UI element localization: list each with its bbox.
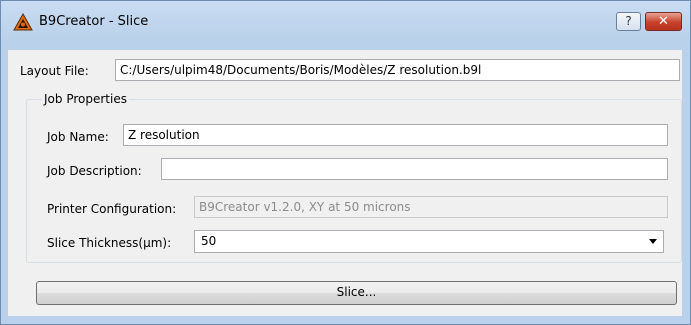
slice-button[interactable]: Slice... — [36, 281, 677, 305]
job-properties-title: Job Properties — [42, 92, 129, 106]
printer-configuration-field: B9Creator v1.2.0, XY at 50 microns — [194, 196, 668, 218]
job-description-input[interactable] — [161, 158, 668, 180]
job-name-label: Job Name: — [47, 130, 109, 144]
printer-configuration-label: Printer Configuration: — [47, 202, 177, 216]
slice-thickness-select[interactable]: 50 — [194, 230, 664, 253]
layout-file-field[interactable]: C:/Users/ulpim48/Documents/Boris/Modèles… — [115, 59, 680, 81]
job-name-input[interactable]: Z resolution — [123, 124, 668, 146]
slice-thickness-label: Slice Thickness(µm): — [47, 236, 172, 250]
layout-file-label: Layout File: — [20, 64, 89, 78]
job-description-label: Job Description: — [47, 164, 142, 178]
app-logo-icon — [13, 13, 33, 31]
close-button[interactable]: ✕ — [645, 12, 682, 31]
title-bar[interactable]: B9Creator - Slice ? ✕ — [1, 1, 690, 41]
dropdown-arrow-icon[interactable] — [649, 239, 657, 244]
window-title: B9Creator - Slice — [39, 14, 149, 29]
slice-thickness-value: 50 — [201, 234, 217, 248]
help-button[interactable]: ? — [616, 12, 641, 31]
